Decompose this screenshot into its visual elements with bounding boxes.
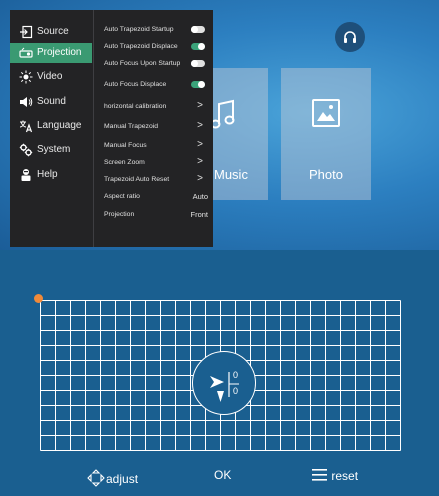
option-label: Auto Focus Displace <box>104 81 167 88</box>
category-label: Sound <box>37 96 66 107</box>
option-value: Front <box>190 210 208 219</box>
category-video[interactable]: Video <box>10 67 92 87</box>
option-auto-trapezoid-startup[interactable]: Auto Trapezoid Startup <box>104 23 209 37</box>
manual-trapezoid-screen: 0 0 adjust OK reset <box>0 254 439 496</box>
chevron-right-icon: > <box>197 100 203 111</box>
option-value: Auto <box>192 192 208 201</box>
category-help[interactable]: Help <box>10 165 92 185</box>
option-label: Trapezoid Auto Reset <box>104 176 170 183</box>
option-label: Auto Focus Upon Startup <box>104 60 181 67</box>
photo-icon <box>312 99 340 127</box>
headphones-button[interactable] <box>335 22 365 52</box>
option-projection[interactable]: Projection Front <box>104 208 209 222</box>
headphones-icon <box>344 31 356 43</box>
chevron-right-icon: > <box>197 139 203 150</box>
option-manual-focus[interactable]: Manual Focus > <box>104 139 209 153</box>
option-auto-trapezoid-displace[interactable]: Auto Trapezoid Displace <box>104 40 209 54</box>
toggle-switch-off[interactable] <box>191 26 205 33</box>
toggle-switch-on[interactable] <box>191 43 205 50</box>
adjust-label: adjust <box>106 472 139 486</box>
option-label: Auto Trapezoid Startup <box>104 26 174 33</box>
menu-icon <box>312 469 327 481</box>
help-icon <box>21 169 31 181</box>
category-label: Help <box>37 169 58 180</box>
dpad-icon <box>87 469 105 487</box>
option-auto-focus-displace[interactable]: Auto Focus Displace <box>104 78 209 92</box>
option-label: Projection <box>104 211 135 218</box>
projection-icon <box>19 47 33 58</box>
category-projection[interactable]: Projection <box>10 43 92 63</box>
category-label: Source <box>37 26 69 37</box>
chevron-right-icon: > <box>197 120 203 131</box>
option-label: Screen Zoom <box>104 159 145 166</box>
category-sound[interactable]: Sound <box>10 92 92 112</box>
music-label: Music <box>214 167 248 182</box>
category-label: Projection <box>37 47 82 58</box>
reset-label: reset <box>331 469 359 483</box>
option-label: horizontal calibration <box>104 103 167 110</box>
toggle-switch-on[interactable] <box>191 81 205 88</box>
keystone-adjust-indicator: 0 0 <box>192 351 256 415</box>
language-icon <box>19 120 33 133</box>
sound-icon <box>20 97 33 107</box>
category-label: System <box>37 144 71 155</box>
horizontal-value: 0 <box>233 370 239 380</box>
photo-label: Photo <box>309 167 343 182</box>
toggle-switch-off[interactable] <box>191 60 205 67</box>
option-manual-trapezoid[interactable]: Manual Trapezoid > <box>104 120 209 134</box>
chevron-right-icon: > <box>197 156 203 167</box>
option-trapezoid-auto-reset[interactable]: Trapezoid Auto Reset > <box>104 173 209 187</box>
option-screen-zoom[interactable]: Screen Zoom > <box>104 156 209 170</box>
direction-arrows-icon <box>210 372 239 402</box>
category-source[interactable]: Source <box>10 22 92 42</box>
video-icon <box>19 70 33 84</box>
vertical-value: 0 <box>233 386 239 396</box>
chevron-right-icon: > <box>197 173 203 184</box>
category-language[interactable]: Language <box>10 116 92 136</box>
settings-menu: Source Projection Video Sound Language S… <box>10 10 213 247</box>
menu-divider <box>93 10 94 247</box>
category-label: Video <box>37 71 63 82</box>
selected-corner-handle[interactable] <box>34 294 43 303</box>
system-icon <box>19 143 33 157</box>
option-label: Auto Trapezoid Displace <box>104 43 178 50</box>
source-icon <box>20 25 33 39</box>
option-auto-focus-upon-startup[interactable]: Auto Focus Upon Startup <box>104 57 209 71</box>
option-aspect-ratio[interactable]: Aspect ratio Auto <box>104 190 209 204</box>
option-label: Manual Focus <box>104 142 147 149</box>
photo-card[interactable]: Photo <box>281 68 371 200</box>
category-label: Language <box>37 120 82 131</box>
option-horizontal-calibration[interactable]: horizontal calibration > <box>104 100 209 114</box>
category-system[interactable]: System <box>10 140 92 160</box>
reset-hint[interactable]: reset <box>312 468 358 483</box>
bottom-hint-bar: adjust OK reset <box>0 458 439 496</box>
home-screen: Music Photo Source Projection Video Soun… <box>0 0 439 250</box>
option-label: Aspect ratio <box>104 193 140 200</box>
adjust-hint[interactable]: adjust <box>86 468 138 488</box>
option-label: Manual Trapezoid <box>104 123 159 130</box>
ok-hint[interactable]: OK <box>214 468 231 482</box>
